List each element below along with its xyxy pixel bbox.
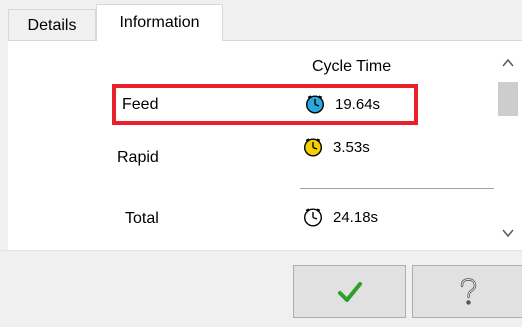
help-button[interactable] [412,265,522,318]
clock-yellow-icon [303,138,323,157]
scrollbar-thumb[interactable] [498,82,518,116]
total-value: 24.18s [333,209,379,226]
tab-information[interactable]: Information [96,4,223,41]
tab-details[interactable]: Details [8,9,96,41]
question-mark-icon [460,277,476,305]
scroll-up-icon[interactable] [500,56,516,70]
information-panel [8,40,522,250]
feed-highlight-box [112,84,418,125]
total-label: Total [125,210,159,227]
vertical-scrollbar[interactable] [495,41,522,250]
tab-bar: Details Information [0,0,522,41]
rapid-label: Rapid [117,149,159,166]
scroll-down-icon[interactable] [500,226,516,240]
clock-white-icon [303,208,323,227]
checkmark-icon [337,281,362,302]
total-divider [300,188,494,189]
ok-button[interactable] [293,265,406,318]
rapid-value: 3.53s [333,139,370,156]
cycle-time-header: Cycle Time [312,58,392,75]
